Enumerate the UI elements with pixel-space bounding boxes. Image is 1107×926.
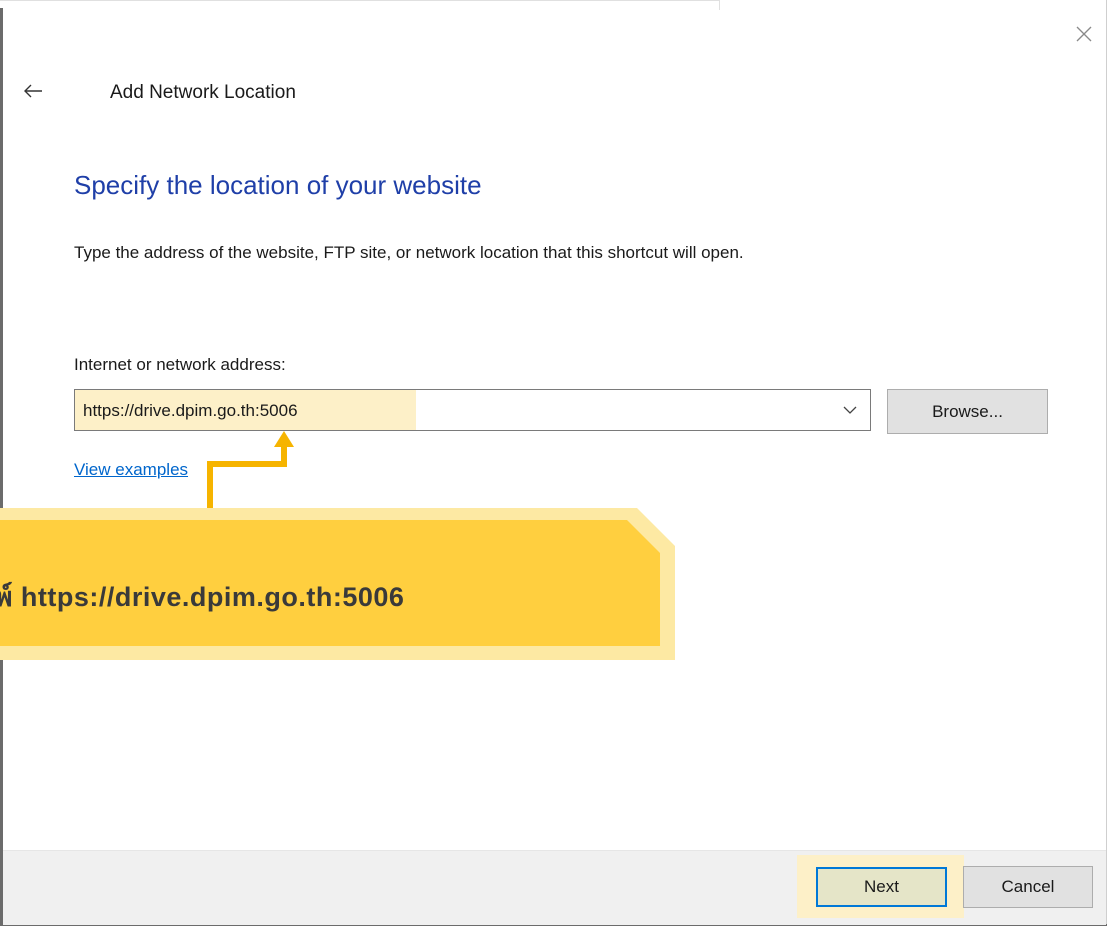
close-button[interactable] [1065,16,1103,52]
chevron-down-icon [843,406,857,414]
cancel-button[interactable]: Cancel [963,866,1093,908]
callout-text: พิมพ์ https://drive.dpim.go.th:5006 [0,582,405,612]
add-network-location-window: Add Network Location Specify the locatio… [0,0,1107,926]
next-button[interactable]: Next [816,867,947,907]
browse-button[interactable]: Browse... [887,389,1048,434]
dropdown-toggle[interactable] [842,402,862,418]
close-icon [1076,26,1092,42]
annotation-arrow [207,431,294,508]
